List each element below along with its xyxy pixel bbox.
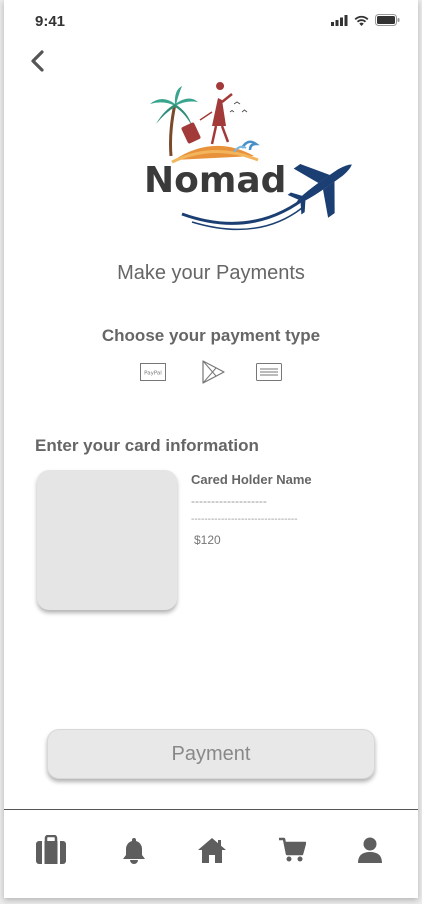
payment-button[interactable]: Payment — [47, 729, 375, 779]
card-image-placeholder — [37, 470, 177, 610]
page-title: Make your Payments — [117, 262, 305, 284]
briefcase-icon — [36, 835, 66, 864]
nav-item-home[interactable] — [192, 830, 232, 870]
nomad-logo: Nomad — [134, 82, 358, 242]
battery-icon — [375, 14, 400, 26]
bell-icon — [123, 838, 145, 864]
logo-text: Nomad — [144, 160, 286, 201]
phone-screen: 9:41 Nomad Make your Payments Choose you… — [4, 0, 418, 898]
status-bar: 9:41 — [4, 0, 418, 44]
cart-icon — [279, 837, 306, 862]
card-holder-label: Cared Holder Name — [191, 472, 312, 487]
nav-item-profile[interactable] — [350, 830, 390, 870]
status-time: 9:41 — [35, 13, 66, 30]
google-play-option[interactable] — [200, 359, 226, 390]
card-option[interactable] — [256, 359, 282, 386]
play-store-icon — [202, 360, 225, 384]
card-number-field[interactable]: ------------------- — [191, 494, 267, 508]
paypal-option[interactable]: PayPal — [140, 359, 166, 386]
signal-icon — [331, 14, 348, 26]
back-button[interactable] — [26, 48, 50, 74]
status-icons — [331, 14, 400, 26]
wifi-icon — [354, 15, 369, 26]
chevron-left-icon — [31, 50, 44, 72]
nav-divider — [4, 809, 418, 810]
user-icon — [358, 837, 382, 863]
bottom-nav — [4, 830, 418, 876]
nav-item-notifications[interactable] — [114, 830, 154, 870]
home-icon — [198, 838, 226, 863]
payment-type-heading: Choose your payment type — [101, 326, 321, 345]
payment-amount: $120 — [194, 533, 221, 547]
card-info-heading: Enter your card information — [35, 436, 259, 455]
payment-options: PayPal — [140, 359, 282, 385]
card-icon — [256, 363, 282, 381]
nav-item-cart[interactable] — [272, 830, 312, 870]
nav-item-luggage[interactable] — [31, 830, 71, 870]
paypal-label: PayPal — [144, 371, 162, 377]
paypal-icon: PayPal — [140, 363, 166, 381]
card-extra-field[interactable]: -------------------------------- — [191, 514, 298, 525]
